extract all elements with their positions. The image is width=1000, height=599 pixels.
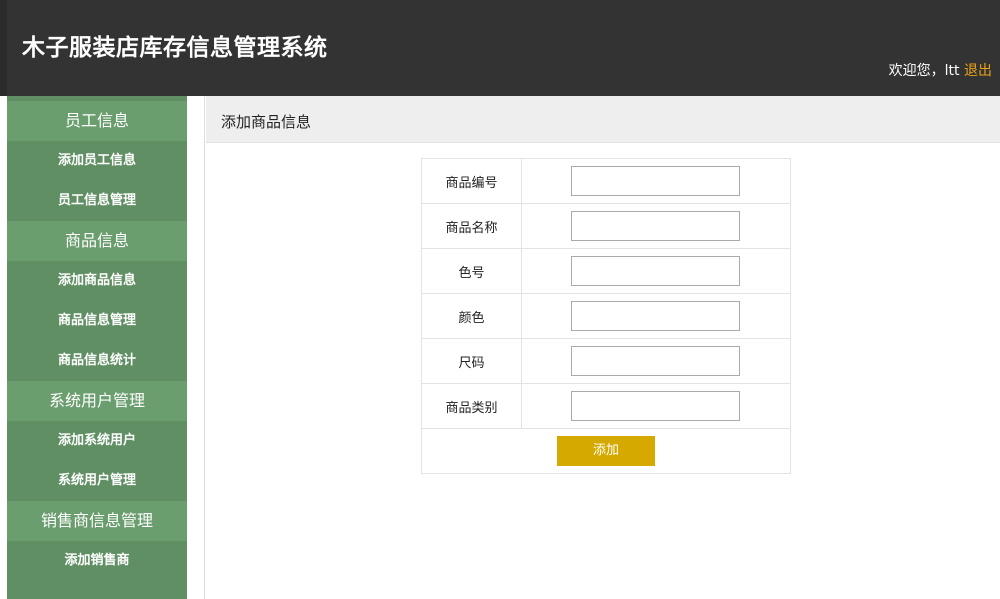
product-name-label: 商品名称	[421, 203, 522, 249]
form-row-product-code: 商品编号	[421, 158, 791, 204]
color-input[interactable]	[571, 301, 740, 331]
logout-link[interactable]: 退出	[964, 63, 992, 79]
app-title: 木子服装店库存信息管理系统	[22, 35, 328, 61]
product-name-input[interactable]	[571, 211, 740, 241]
form-row-category: 商品类别	[421, 383, 791, 429]
form-row-size: 尺码	[421, 338, 791, 384]
sidebar-group-employee[interactable]: 员工信息	[7, 101, 187, 141]
color-code-input[interactable]	[571, 256, 740, 286]
form-row-color: 颜色	[421, 293, 791, 339]
sidebar-group-product[interactable]: 商品信息	[7, 221, 187, 261]
add-product-form: 商品编号 商品名称 色号 颜色 尺码 商品类别 添加	[421, 158, 791, 474]
sidebar-item-add-product[interactable]: 添加商品信息	[7, 261, 187, 301]
sidebar-item-add-employee[interactable]: 添加员工信息	[7, 141, 187, 181]
user-area: 欢迎您，ltt 退出	[889, 60, 992, 80]
product-code-label: 商品编号	[421, 158, 522, 204]
sidebar: 员工信息 添加员工信息 员工信息管理 商品信息 添加商品信息 商品信息管理 商品…	[7, 96, 187, 599]
sidebar-item-add-seller[interactable]: 添加销售商	[7, 541, 187, 581]
category-label: 商品类别	[421, 383, 522, 429]
sidebar-item-product-stats[interactable]: 商品信息统计	[7, 341, 187, 381]
size-input[interactable]	[571, 346, 740, 376]
category-input[interactable]	[571, 391, 740, 421]
color-code-label: 色号	[421, 248, 522, 294]
form-row-color-code: 色号	[421, 248, 791, 294]
sidebar-item-add-system-user[interactable]: 添加系统用户	[7, 421, 187, 461]
sidebar-group-seller[interactable]: 销售商信息管理	[7, 501, 187, 541]
sidebar-divider	[187, 96, 205, 599]
sidebar-group-system-user[interactable]: 系统用户管理	[7, 381, 187, 421]
sidebar-item-manage-system-user[interactable]: 系统用户管理	[7, 461, 187, 501]
page-title: 添加商品信息	[221, 113, 312, 131]
add-button[interactable]: 添加	[557, 436, 655, 466]
top-header: 木子服装店库存信息管理系统 欢迎您，ltt 退出	[0, 0, 1000, 96]
welcome-text: 欢迎您，ltt	[888, 63, 964, 79]
product-code-input[interactable]	[571, 166, 740, 196]
form-row-product-name: 商品名称	[421, 203, 791, 249]
sidebar-item-manage-employee[interactable]: 员工信息管理	[7, 181, 187, 221]
content-header: 添加商品信息	[206, 96, 1000, 143]
color-label: 颜色	[421, 293, 522, 339]
header-left-accent	[0, 0, 7, 96]
form-row-submit: 添加	[421, 428, 791, 474]
sidebar-item-manage-product[interactable]: 商品信息管理	[7, 301, 187, 341]
size-label: 尺码	[421, 338, 522, 384]
